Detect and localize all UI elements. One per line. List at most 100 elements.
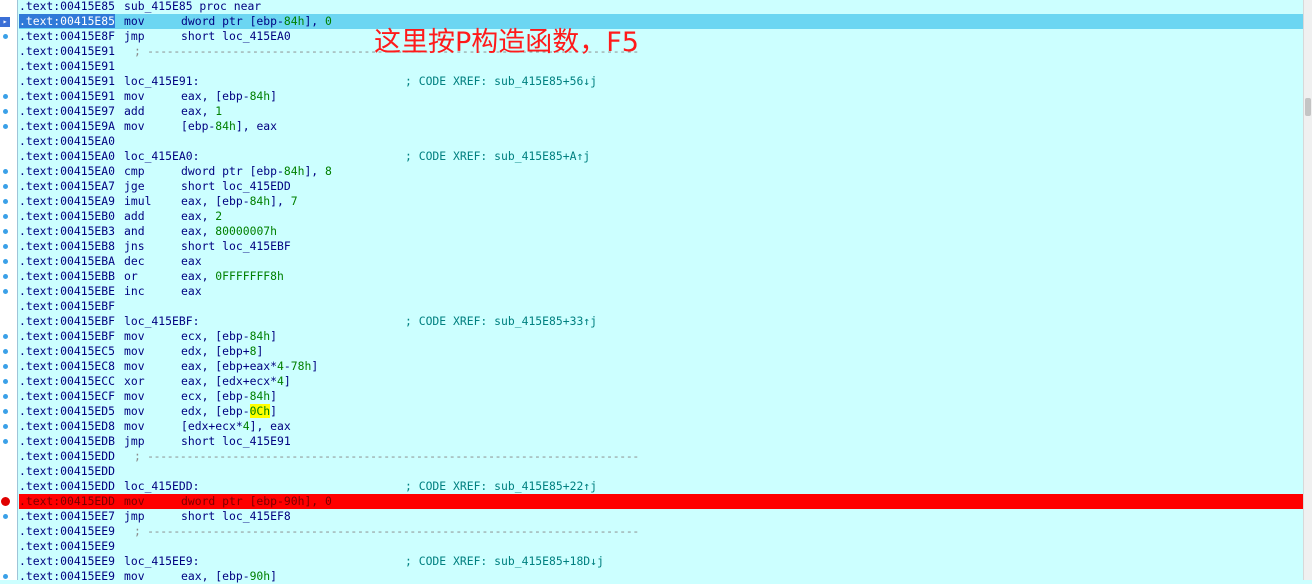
line-marker-dot-icon[interactable] (3, 334, 8, 339)
xref-comment[interactable]: ; CODE XREF: sub_415E85+33↑j (405, 314, 597, 329)
code-line[interactable]: .text:00415EC5 mov edx, [ebp+8] (19, 344, 1304, 359)
xref-comment[interactable]: ; CODE XREF: sub_415E85+22↑j (405, 479, 597, 494)
code-label[interactable]: loc_415EBF: (124, 314, 199, 329)
line-address: .text:00415EDD (19, 449, 116, 463)
instruction-operands: dword ptr [ebp-90h], 0 (181, 494, 332, 508)
code-label[interactable]: loc_415EE9: (124, 554, 199, 569)
code-line[interactable]: .text:00415ED5 mov edx, [ebp-0Ch] (19, 404, 1304, 419)
instruction-mnemonic: dec (124, 254, 145, 268)
line-marker-dot-icon[interactable] (3, 439, 8, 444)
code-line[interactable]: .text:00415ECC xor eax, [edx+ecx*4] (19, 374, 1304, 389)
separator-line: ; --------------------------------------… (134, 524, 639, 538)
code-line[interactable]: .text:00415EDD ; ------------------------… (19, 449, 1304, 464)
line-marker-dot-icon[interactable] (3, 394, 8, 399)
code-line[interactable]: .text:00415EA0 (19, 134, 1304, 149)
line-marker-dot-icon[interactable] (3, 244, 8, 249)
line-address: .text:00415EBE (19, 284, 116, 298)
code-label[interactable]: loc_415EA0: (124, 149, 199, 164)
code-line[interactable]: .text:00415EE9 loc_415EE9: ; CODE XREF: su… (19, 554, 1304, 569)
code-line[interactable]: .text:00415EDD loc_415EDD: ; CODE XREF: su… (19, 479, 1304, 494)
code-line[interactable]: .text:00415EDB jmp short loc_415E91 (19, 434, 1304, 449)
xref-comment[interactable]: ; CODE XREF: sub_415E85+A↑j (405, 149, 590, 164)
code-line[interactable]: .text:00415EA7 jge short loc_415EDD (19, 179, 1304, 194)
current-instruction-icon[interactable]: ▸ (0, 16, 10, 27)
code-line[interactable]: .text:00415E91; ------------------------… (19, 44, 1304, 59)
line-marker-dot-icon[interactable] (3, 109, 8, 114)
line-address: .text:00415EB3 (19, 224, 116, 238)
line-address: .text:00415EB8 (19, 239, 116, 253)
instruction-mnemonic: mov (124, 14, 145, 28)
line-address: .text:00415EA7 (19, 179, 116, 193)
line-marker-dot-icon[interactable] (3, 379, 8, 384)
line-marker-dot-icon[interactable] (3, 259, 8, 264)
line-address: .text:00415EE9 (19, 554, 116, 568)
line-marker-dot-icon[interactable] (3, 574, 8, 579)
line-marker-dot-icon[interactable] (3, 229, 8, 234)
code-line[interactable]: .text:00415E91 (19, 59, 1304, 74)
line-marker-dot-icon[interactable] (3, 34, 8, 39)
xref-comment[interactable]: ; CODE XREF: sub_415E85+56↓j (405, 74, 597, 89)
code-line[interactable]: .text:00415EBE inc eax (19, 284, 1304, 299)
code-label[interactable]: loc_415E91: (124, 74, 199, 89)
code-label[interactable]: loc_415EDD: (124, 479, 199, 494)
code-line[interactable]: .text:00415E85 sub_415E85 proc near (19, 0, 1304, 14)
breakpoint-icon[interactable] (1, 497, 10, 506)
disassembly-listing[interactable]: .text:00415E85 sub_415E85 proc near .text:… (19, 0, 1304, 584)
code-line[interactable]: .text:00415EB8 jns short loc_415EBF (19, 239, 1304, 254)
code-line[interactable]: .text:00415E91 loc_415E91: ; CODE XREF: su… (19, 74, 1304, 89)
line-address: .text:00415E91 (19, 89, 116, 103)
line-address: .text:00415ED8 (19, 419, 116, 433)
immediate-value: 90h (283, 494, 305, 508)
line-marker-dot-icon[interactable] (3, 349, 8, 354)
instruction-mnemonic: add (124, 104, 145, 118)
code-line[interactable]: .text:00415EA0 loc_415EA0: ; CODE XREF: su… (19, 149, 1304, 164)
code-line[interactable]: .text:00415ECF mov ecx, [ebp-84h] (19, 389, 1304, 404)
instruction-mnemonic: mov (124, 494, 145, 508)
immediate-value: 8 (325, 164, 332, 178)
line-marker-dot-icon[interactable] (3, 289, 8, 294)
code-line[interactable]: .text:00415E8F jmp short loc_415EA0 (19, 29, 1304, 44)
code-line[interactable]: .text:00415EC8 mov eax, [ebp+eax*4-78h] (19, 359, 1304, 374)
code-line[interactable]: .text:00415EBF mov ecx, [ebp-84h] (19, 329, 1304, 344)
code-line[interactable]: .text:00415EDD (19, 464, 1304, 479)
line-marker-dot-icon[interactable] (3, 424, 8, 429)
line-marker-dot-icon[interactable] (3, 184, 8, 189)
line-address: .text:00415ECC (19, 374, 116, 388)
scrollbar-thumb[interactable] (1305, 98, 1311, 116)
code-line[interactable]: .text:00415EBB or eax, 0FFFFFFF8h (19, 269, 1304, 284)
code-line[interactable]: .text:00415EE7 jmp short loc_415EF8 (19, 509, 1304, 524)
line-marker-dot-icon[interactable] (3, 409, 8, 414)
line-marker-dot-icon[interactable] (3, 274, 8, 279)
code-line[interactable]: .text:00415EB3 and eax, 80000007h (19, 224, 1304, 239)
code-line[interactable]: .text:00415EDD mov dword ptr [ebp-90h], 0 (19, 494, 1304, 509)
immediate-value: 84h (283, 14, 305, 28)
code-line[interactable]: .text:00415EB0 add eax, 2 (19, 209, 1304, 224)
code-line[interactable]: .text:00415ED8 mov [edx+ecx*4], eax (19, 419, 1304, 434)
code-line[interactable]: .text:00415EA0 cmp dword ptr [ebp-84h], 8 (19, 164, 1304, 179)
code-line[interactable]: .text:00415EA9 imul eax, [ebp-84h], 7 (19, 194, 1304, 209)
code-line[interactable]: .text:00415EBF loc_415EBF: ; CODE XREF: su… (19, 314, 1304, 329)
instruction-mnemonic: mov (124, 419, 145, 433)
line-marker-dot-icon[interactable] (3, 199, 8, 204)
instruction-operands: eax, 80000007h (181, 224, 278, 238)
breakpoint-gutter[interactable]: ▸ (0, 0, 18, 580)
code-line[interactable]: .text:00415EBF (19, 299, 1304, 314)
code-line[interactable]: .text:00415EE9 (19, 539, 1304, 554)
line-marker-dot-icon[interactable] (3, 364, 8, 369)
code-line[interactable]: .text:00415EBA dec eax (19, 254, 1304, 269)
line-marker-dot-icon[interactable] (3, 94, 8, 99)
line-address: .text:00415EDB (19, 434, 116, 448)
code-line[interactable]: .text:00415EE9 mov eax, [ebp-90h] (19, 569, 1304, 584)
instruction-operands: ecx, [ebp-84h] (181, 329, 278, 343)
code-line[interactable]: .text:00415E85 mov dword ptr [ebp-84h], 0 (19, 14, 1304, 29)
code-line[interactable]: .text:00415E97 add eax, 1 (19, 104, 1304, 119)
code-line[interactable]: .text:00415E91 mov eax, [ebp-84h] (19, 89, 1304, 104)
xref-comment[interactable]: ; CODE XREF: sub_415E85+18D↓j (405, 554, 604, 569)
code-line[interactable]: .text:00415E9A mov [ebp-84h], eax (19, 119, 1304, 134)
vertical-scrollbar[interactable] (1303, 0, 1312, 580)
code-line[interactable]: .text:00415EE9 ; ------------------------… (19, 524, 1304, 539)
line-marker-dot-icon[interactable] (3, 214, 8, 219)
line-marker-dot-icon[interactable] (3, 514, 8, 519)
line-marker-dot-icon[interactable] (3, 124, 8, 129)
line-marker-dot-icon[interactable] (3, 169, 8, 174)
